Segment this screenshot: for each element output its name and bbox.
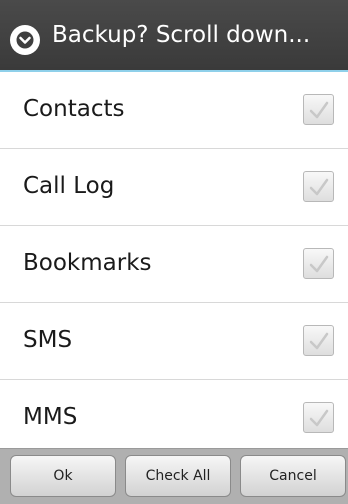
list-item-contacts[interactable]: Contacts	[0, 72, 348, 149]
ok-button[interactable]: Ok	[10, 455, 116, 497]
check-icon	[309, 101, 329, 119]
list-item-label: Contacts	[23, 96, 125, 122]
call-log-checkbox[interactable]	[303, 171, 334, 202]
check-icon	[309, 332, 329, 350]
backup-items-list[interactable]: Contacts Call Log Bookmarks SMS MMS	[0, 72, 348, 448]
list-item-bookmarks[interactable]: Bookmarks	[0, 226, 348, 303]
sms-checkbox[interactable]	[303, 325, 334, 356]
dialog-title-bar: Backup? Scroll down...	[0, 0, 348, 72]
mms-checkbox[interactable]	[303, 402, 334, 433]
dialog-button-bar: Ok Check All Cancel	[0, 448, 348, 504]
list-item-call-log[interactable]: Call Log	[0, 149, 348, 226]
chevron-down-circle-icon	[10, 25, 40, 55]
list-item-label: SMS	[23, 327, 73, 353]
contacts-checkbox[interactable]	[303, 94, 334, 125]
check-icon	[309, 255, 329, 273]
cancel-button[interactable]: Cancel	[240, 455, 346, 497]
dialog-title: Backup? Scroll down...	[52, 22, 311, 48]
list-item-mms[interactable]: MMS	[0, 380, 348, 448]
check-icon	[309, 178, 329, 196]
bookmarks-checkbox[interactable]	[303, 248, 334, 279]
list-item-label: Bookmarks	[23, 250, 152, 276]
backup-dialog: Backup? Scroll down... Contacts Call Log…	[0, 0, 348, 504]
check-all-button[interactable]: Check All	[125, 455, 231, 497]
list-item-sms[interactable]: SMS	[0, 303, 348, 380]
list-item-label: Call Log	[23, 173, 115, 199]
list-item-label: MMS	[23, 404, 78, 430]
check-icon	[309, 409, 329, 427]
